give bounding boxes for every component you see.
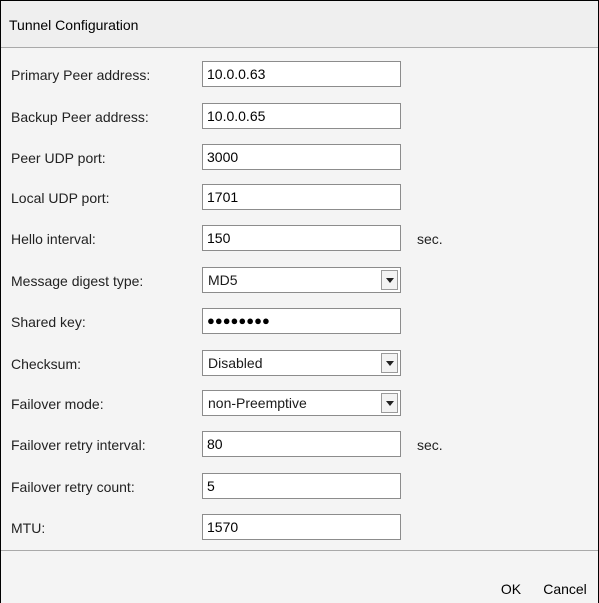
row-message-digest: Message digest type: MD5 xyxy=(1,266,598,296)
dialog-footer: OK Cancel xyxy=(1,550,598,603)
shared-key-label: Shared key: xyxy=(11,314,86,330)
hello-interval-label: Hello interval: xyxy=(11,231,96,247)
chevron-down-icon[interactable] xyxy=(381,270,398,290)
backup-peer-label: Backup Peer address: xyxy=(11,109,149,125)
mtu-input[interactable]: 1570 xyxy=(202,514,401,540)
failover-mode-select[interactable]: non-Preemptive xyxy=(202,390,401,416)
row-failover-retry-interval: Failover retry interval: 80 sec. xyxy=(1,430,598,460)
failover-retry-interval-input[interactable]: 80 xyxy=(202,431,401,457)
hello-interval-input[interactable]: 150 xyxy=(202,225,401,251)
shared-key-input[interactable]: ●●●●●●●● xyxy=(202,308,401,334)
dialog-header: Tunnel Configuration xyxy=(1,1,598,48)
message-digest-select[interactable]: MD5 xyxy=(202,267,401,293)
primary-peer-label: Primary Peer address: xyxy=(11,67,151,83)
mtu-label: MTU: xyxy=(11,520,46,536)
failover-mode-label: Failover mode: xyxy=(11,396,104,412)
row-shared-key: Shared key: ●●●●●●●● xyxy=(1,307,598,337)
failover-retry-count-input[interactable]: 5 xyxy=(202,473,401,499)
message-digest-value: MD5 xyxy=(208,272,238,288)
checksum-value: Disabled xyxy=(208,355,263,371)
row-peer-udp-port: Peer UDP port: 3000 xyxy=(1,143,598,173)
tunnel-configuration-dialog: Tunnel Configuration Primary Peer addres… xyxy=(0,0,599,603)
backup-peer-input[interactable]: 10.0.0.65 xyxy=(202,103,401,129)
chevron-down-icon[interactable] xyxy=(381,393,398,413)
row-primary-peer: Primary Peer address: 10.0.0.63 xyxy=(1,60,598,90)
failover-retry-count-label: Failover retry count: xyxy=(11,479,135,495)
primary-peer-input[interactable]: 10.0.0.63 xyxy=(202,61,401,87)
failover-retry-interval-label: Failover retry interval: xyxy=(11,437,146,453)
chevron-down-icon[interactable] xyxy=(381,353,398,373)
form-body: Primary Peer address: 10.0.0.63 Backup P… xyxy=(1,48,598,550)
row-hello-interval: Hello interval: 150 sec. xyxy=(1,224,598,254)
row-failover-retry-count: Failover retry count: 5 xyxy=(1,472,598,502)
local-udp-port-label: Local UDP port: xyxy=(11,190,110,206)
row-backup-peer: Backup Peer address: 10.0.0.65 xyxy=(1,102,598,132)
row-failover-mode: Failover mode: non-Preemptive xyxy=(1,389,598,419)
ok-button[interactable]: OK xyxy=(498,578,524,600)
peer-udp-port-label: Peer UDP port: xyxy=(11,150,106,166)
failover-retry-interval-unit: sec. xyxy=(417,437,443,453)
checksum-label: Checksum: xyxy=(11,356,82,372)
message-digest-label: Message digest type: xyxy=(11,273,144,289)
row-mtu: MTU: 1570 xyxy=(1,513,598,543)
row-checksum: Checksum: Disabled xyxy=(1,349,598,379)
dialog-title: Tunnel Configuration xyxy=(9,17,139,33)
cancel-button[interactable]: Cancel xyxy=(539,578,591,600)
hello-interval-unit: sec. xyxy=(417,231,443,247)
local-udp-port-input[interactable]: 1701 xyxy=(202,184,401,210)
failover-mode-value: non-Preemptive xyxy=(208,395,307,411)
row-local-udp-port: Local UDP port: 1701 xyxy=(1,183,598,213)
checksum-select[interactable]: Disabled xyxy=(202,350,401,376)
peer-udp-port-input[interactable]: 3000 xyxy=(202,144,401,170)
